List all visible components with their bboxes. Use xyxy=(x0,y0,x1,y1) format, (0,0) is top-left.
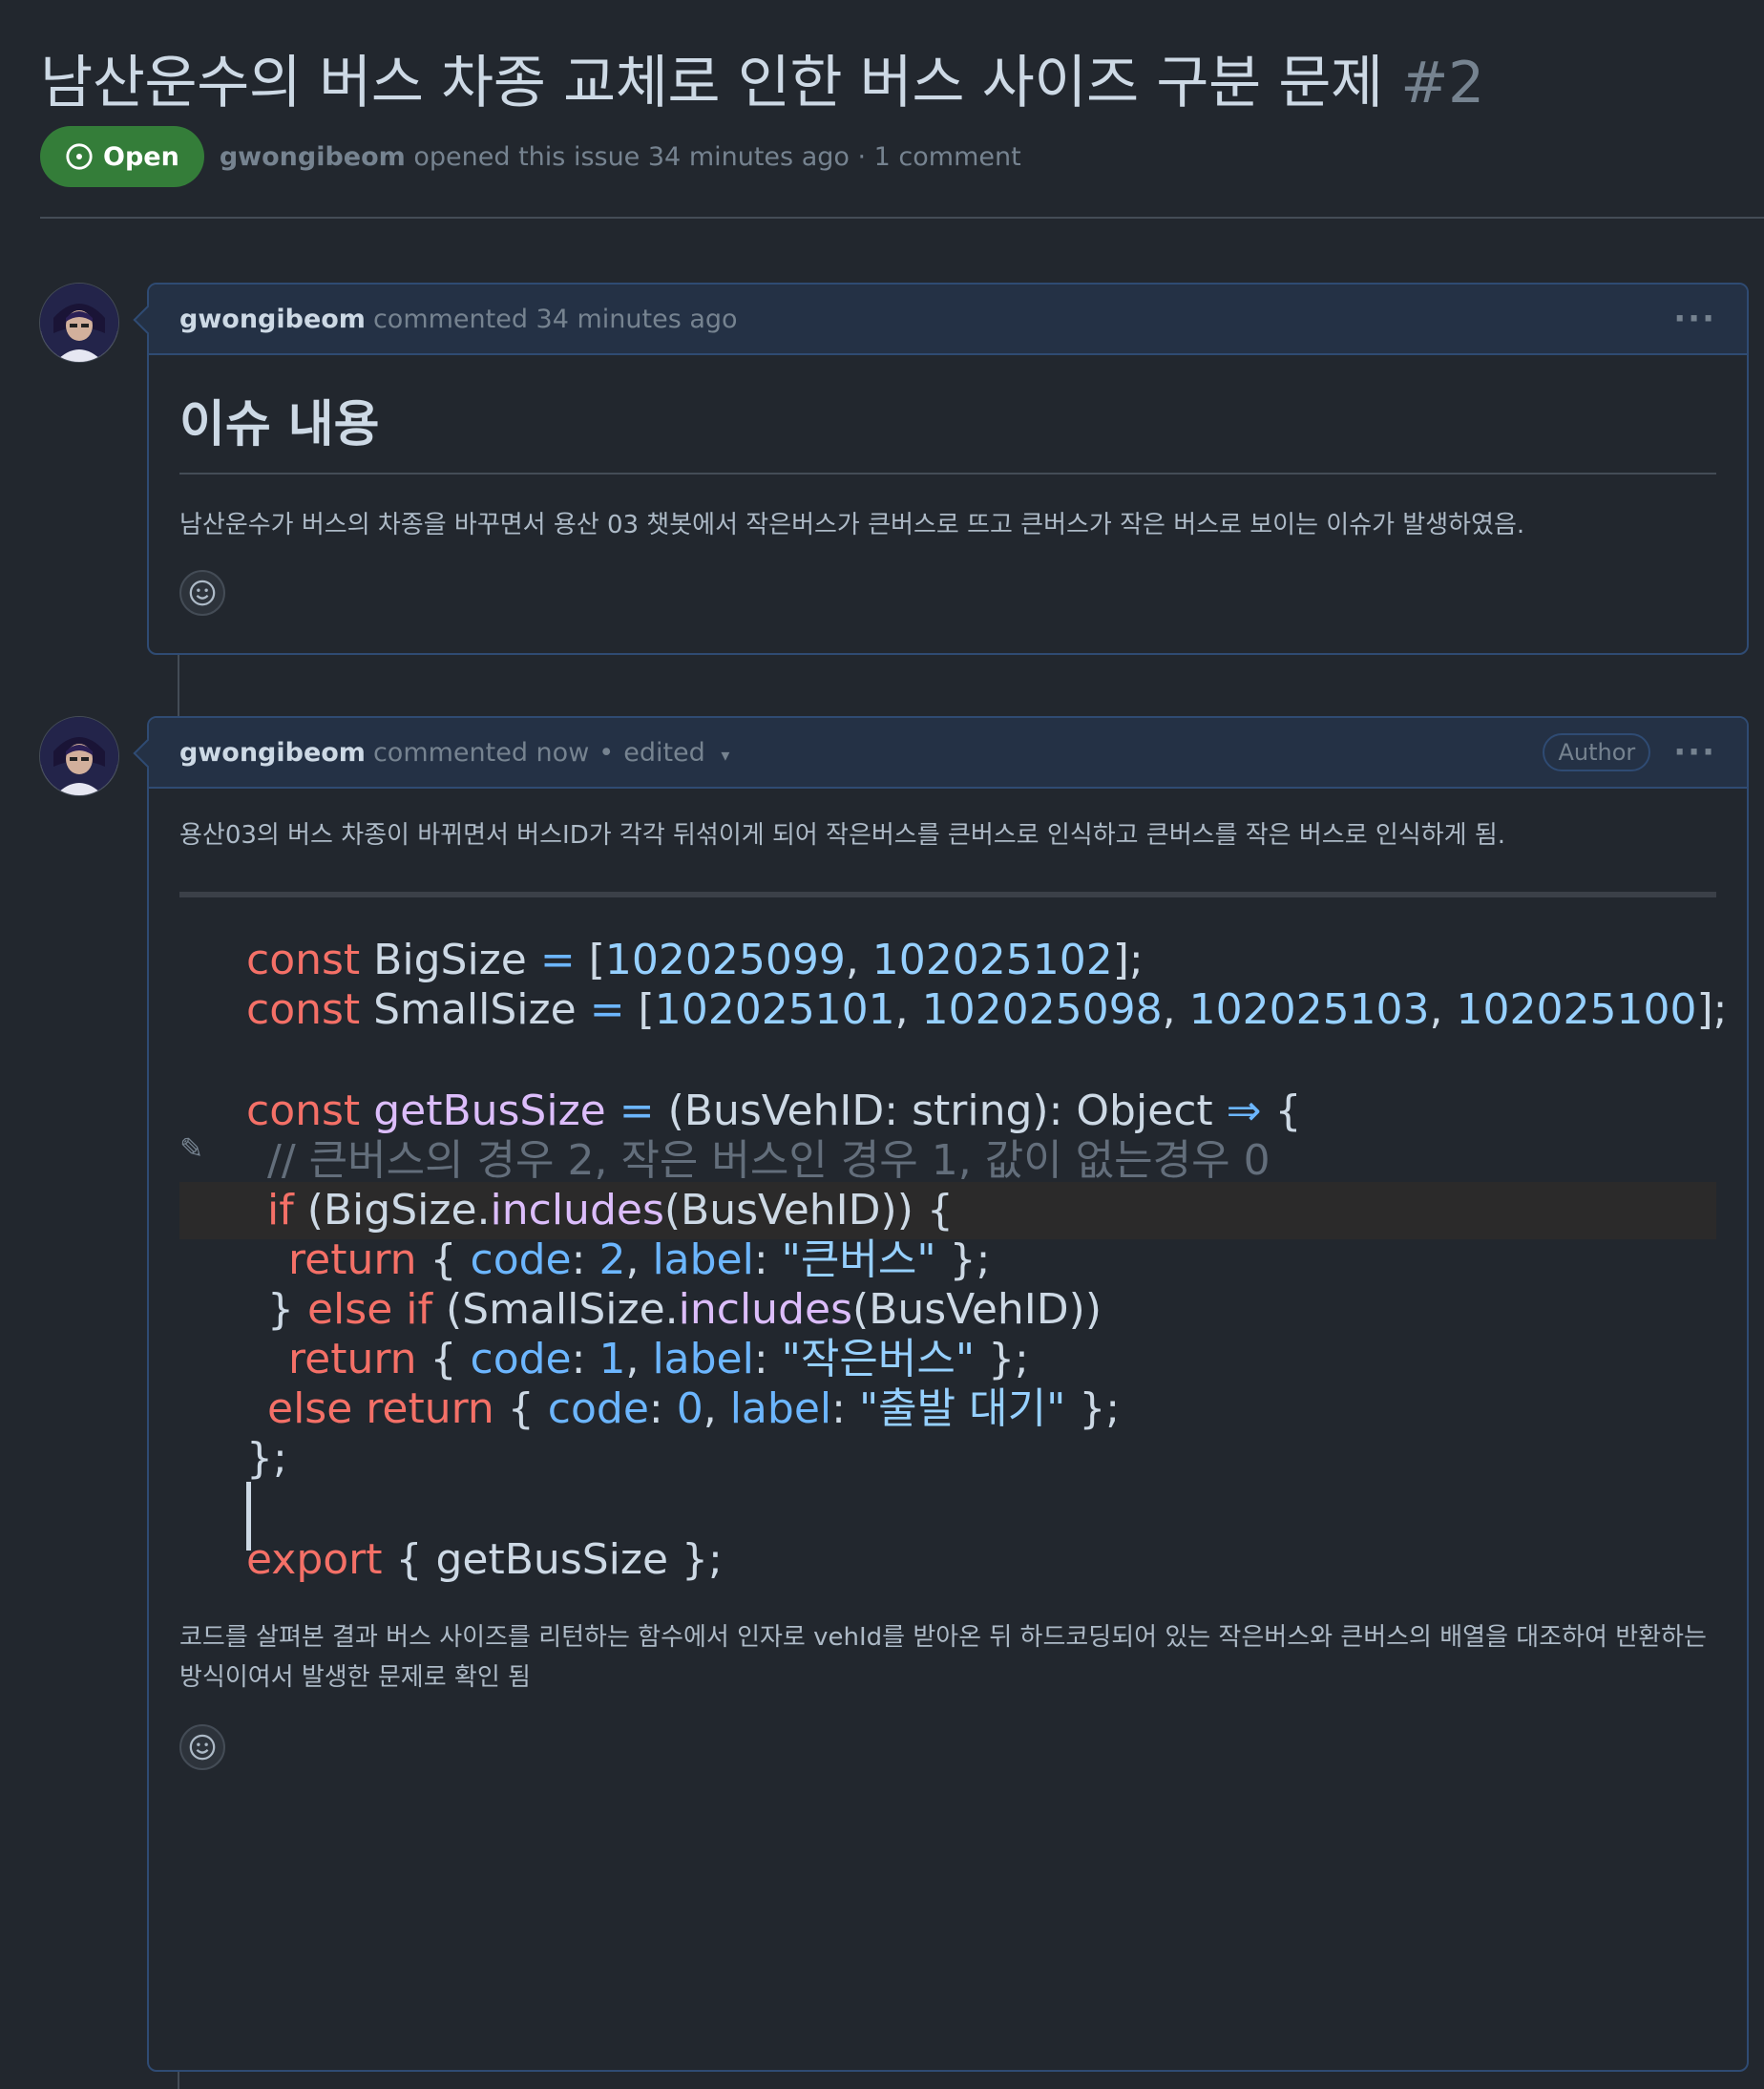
issue-number: #2 xyxy=(1400,50,1484,116)
comment-author[interactable]: gwongibeom xyxy=(179,738,366,768)
code-string: 102025099 xyxy=(604,936,846,984)
code-string: "작은버스" xyxy=(781,1335,976,1383)
timeline-connector xyxy=(178,655,179,718)
header-divider xyxy=(40,217,1764,219)
add-reaction-button[interactable] xyxy=(179,570,225,616)
avatar[interactable] xyxy=(39,283,119,363)
timeline-connector xyxy=(178,2072,179,2089)
code-line: export { getBusSize }; xyxy=(246,1535,723,1584)
smiley-icon xyxy=(189,580,216,606)
code-line: const getBusSize = (BusVehID: string): O… xyxy=(246,1087,1302,1135)
issue-title-text: 남산운수의 버스 차종 교체로 인한 버스 사이즈 구분 문제 xyxy=(40,50,1383,116)
comment-header: gwongibeom commented 34 minutes ago ··· xyxy=(149,285,1747,355)
code-string: 102025100 xyxy=(1456,985,1697,1034)
code-string: 102025101 xyxy=(654,985,895,1034)
issue-title: 남산운수의 버스 차종 교체로 인한 버스 사이즈 구분 문제 #2 xyxy=(40,36,1484,119)
code-line: return { code: 2, label: "큰버스" }; xyxy=(288,1235,991,1284)
edited-label: edited xyxy=(623,737,705,768)
comment-paragraph: 용산03의 버스 차종이 바뀌면서 버스ID가 각각 뒤섞이게 되어 작은버스를… xyxy=(179,821,1506,850)
code-screenshot: ✎ const BigSize = [102025099, 102025102]… xyxy=(179,892,1728,1854)
code-line: else return { code: 0, label: "출발 대기" }; xyxy=(267,1384,1121,1433)
code-string: 102025098 xyxy=(921,985,1163,1034)
comment-timestamp[interactable]: commented 34 minutes ago xyxy=(373,305,738,334)
comment-body: 이슈 내용 남산운수가 버스의 차종을 바꾸면서 용산 03 챗봇에서 작은버스… xyxy=(149,355,1747,616)
markdown-heading: 이슈 내용 xyxy=(179,355,1716,475)
code-string: 102025102 xyxy=(872,936,1113,984)
code-string: "큰버스" xyxy=(781,1235,936,1284)
comment-body: 용산03의 버스 차종이 바뀌면서 버스ID가 각각 뒤섞이게 되어 작은버스를… xyxy=(149,815,1747,1770)
comment-paragraph: 남산운수가 버스의 차종을 바꾸면서 용산 03 챗봇에서 작은버스가 큰버스로… xyxy=(179,511,1525,539)
comment-timestamp[interactable]: commented now xyxy=(373,738,589,768)
code-line: } else if (SmallSize.includes(BusVehID)) xyxy=(267,1285,1102,1334)
issue-author-link[interactable]: gwongibeom xyxy=(220,142,406,172)
status-label: Open xyxy=(103,141,179,172)
kebab-icon[interactable]: ··· xyxy=(1673,300,1716,338)
code-line-highlighted: if (BigSize.includes(BusVehID)) { xyxy=(179,1182,1716,1239)
code-comment: // 큰버스의 경우 2, 작은 버스인 경우 1, 값이 없는경우 0 xyxy=(267,1136,1270,1185)
code-line: const BigSize = [102025099, 102025102]; xyxy=(246,936,1144,984)
caret-down-icon: ▾ xyxy=(721,745,730,766)
code-string: "출발 대기" xyxy=(858,1384,1066,1433)
avatar[interactable] xyxy=(39,716,119,796)
comment-header: gwongibeom commented now • edited ▾ Auth… xyxy=(149,718,1747,789)
kebab-icon[interactable]: ··· xyxy=(1673,733,1716,771)
code-line: const SmallSize = [102025101, 102025098,… xyxy=(246,985,1728,1034)
status-badge: Open xyxy=(40,126,204,187)
issue-meta-detail: opened this issue 34 minutes ago · 1 com… xyxy=(413,141,1021,172)
code-line: return { code: 1, label: "작은버스" }; xyxy=(288,1335,1029,1383)
comment-author[interactable]: gwongibeom xyxy=(179,305,366,334)
comment-card: gwongibeom commented 34 minutes ago ··· … xyxy=(133,283,1749,655)
issue-meta-text: gwongibeom opened this issue 34 minutes … xyxy=(220,142,1021,172)
issue-open-icon xyxy=(66,143,93,170)
comment-card: gwongibeom commented now • edited ▾ Auth… xyxy=(133,716,1749,2072)
code-line: }; xyxy=(246,1434,287,1483)
author-badge: Author xyxy=(1543,733,1651,771)
code-string: 102025103 xyxy=(1188,985,1430,1034)
edited-dropdown[interactable]: edited ▾ xyxy=(623,738,729,768)
issue-meta: Open gwongibeom opened this issue 34 min… xyxy=(40,126,1021,187)
